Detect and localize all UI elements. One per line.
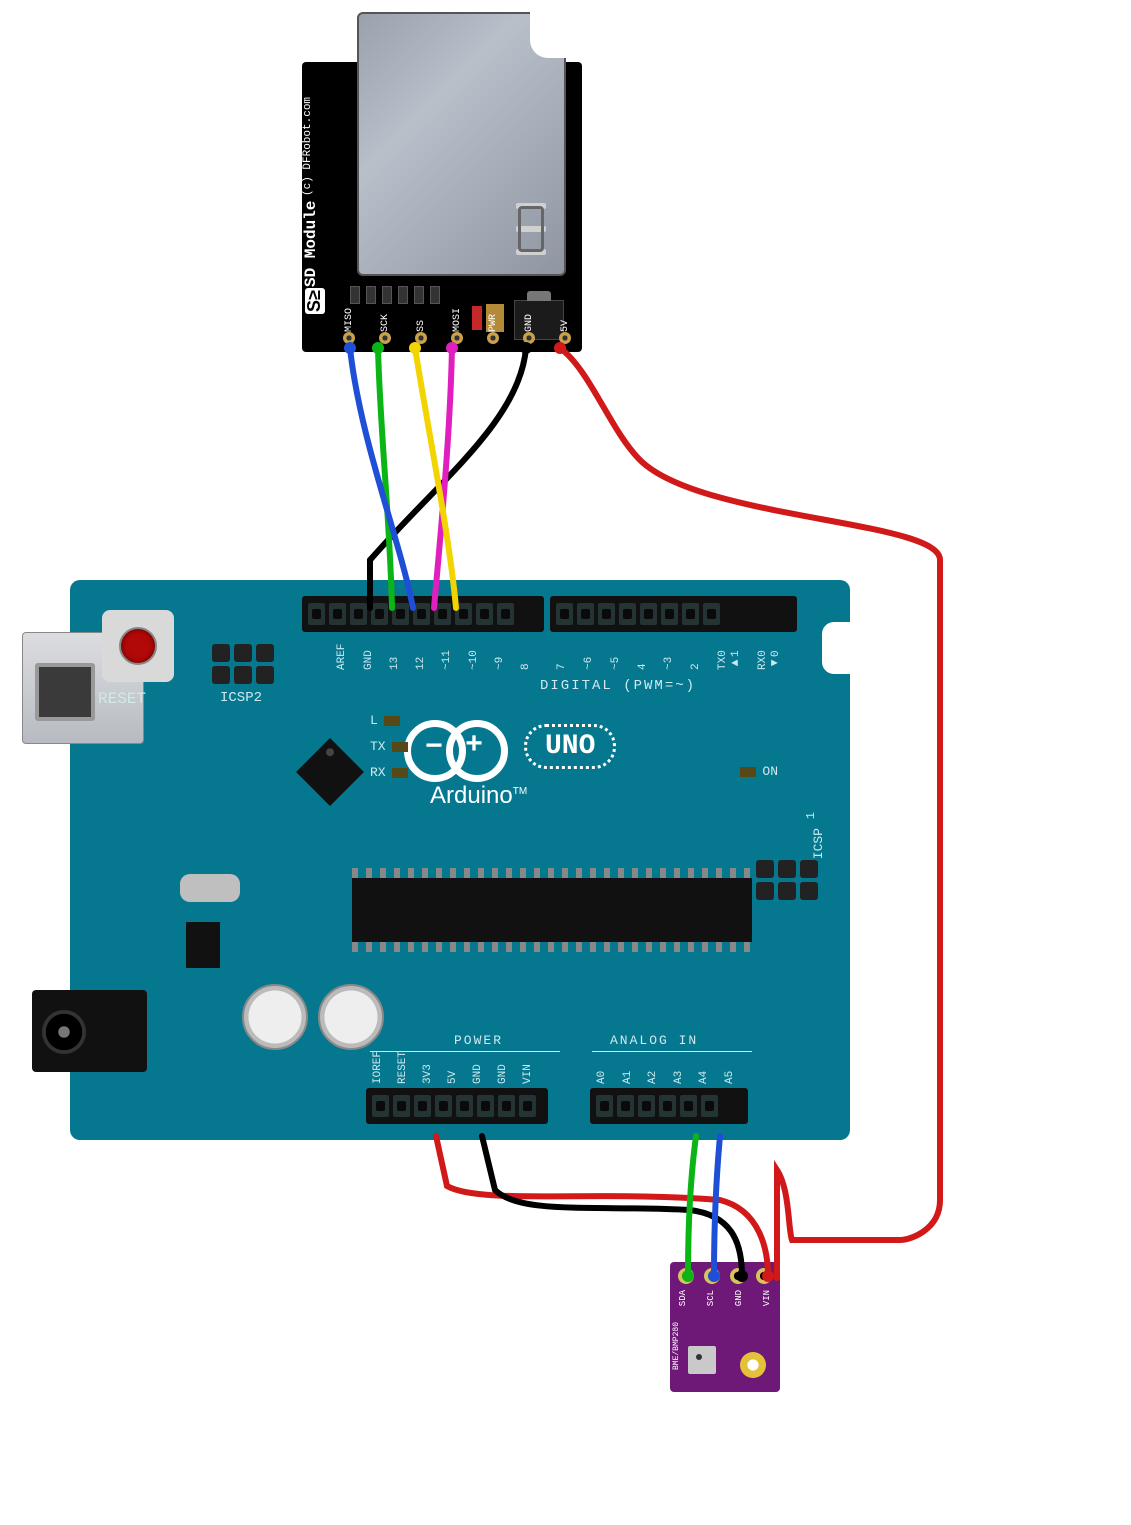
pin1-marker: 1: [804, 812, 818, 819]
sd-module-label: S≥ SD Module (c) DFRobot.com: [302, 80, 338, 334]
reset-label: RESET: [98, 690, 146, 708]
icsp-header: [756, 860, 818, 900]
sd-pin-ss: SS: [414, 292, 428, 352]
wire-bme-sda: [688, 1136, 696, 1276]
wire-sd-gnd: [370, 348, 526, 608]
sd-card-module: S≥ SD Module (c) DFRobot.com MISO SCK SS…: [302, 62, 582, 352]
capacitors-icon: [242, 984, 384, 1050]
arduino-wordmark: ArduinoTM: [430, 782, 527, 810]
bme-pin-sda: SDA: [678, 1290, 688, 1306]
wire-sd-ss: [415, 348, 456, 608]
sd-card-icon: [357, 12, 566, 276]
sd-pin-5v: 5V: [558, 292, 572, 352]
atmega328p-icon: [352, 878, 752, 942]
bme-pin-scl: SCL: [706, 1290, 716, 1306]
wire-sd-sck: [378, 348, 392, 608]
digital-labels-left: AREF GND 13 12 ~11 ~10 ~9 8: [308, 636, 532, 670]
bme-chip-label: BME/BMP280: [672, 1322, 682, 1370]
digital-header-left: [302, 596, 544, 632]
analog-labels: A0 A1 A2 A3 A4 A5: [596, 1050, 736, 1084]
sd-logo-icon: S≥: [305, 288, 325, 314]
bme-pin-vin: VIN: [762, 1290, 772, 1306]
analog-section-label: ANALOG IN: [610, 1033, 698, 1048]
wire-sd-miso: [350, 348, 413, 608]
arduino-uno-board: RESET ICSP2 AREF GND 13 12 ~11 ~10 ~9 8 …: [70, 580, 850, 1140]
sd-pin-sck: SCK: [378, 292, 392, 352]
dc-barrel-jack-icon: [32, 990, 147, 1072]
digital-header-right: [550, 596, 797, 632]
reset-button[interactable]: [102, 610, 174, 682]
bme-ic-icon: [688, 1346, 716, 1374]
on-led: ON: [740, 764, 778, 779]
power-labels: IOREF RESET 3V3 5V GND GND VIN: [372, 1050, 534, 1084]
bme280-sensor-module: SDA SCL GND VIN BME/BMP280: [670, 1262, 780, 1392]
arduino-logo-icon: UNO: [404, 720, 616, 772]
mounting-hole-icon: [740, 1352, 766, 1378]
icsp2-header: [212, 644, 274, 684]
digital-labels-right: 7 ~6 ~5 4 ~3 2 TX0 ▶1 RX0 ◀0: [556, 636, 782, 670]
atmega16u2-icon: [296, 738, 364, 806]
wire-bme-gnd: [482, 1136, 742, 1276]
status-leds: L TX RX: [370, 708, 408, 786]
wire-bme-vin: [436, 1136, 768, 1276]
wire-sd-mosi: [434, 348, 452, 608]
icsp-label: ICSP: [811, 828, 826, 859]
wiring-diagram: S≥ SD Module (c) DFRobot.com MISO SCK SS…: [0, 0, 1131, 1525]
sd-pin-mosi: MOSI: [450, 292, 464, 352]
power-header: [366, 1088, 548, 1124]
sd-pin-pwr: PWR: [486, 292, 500, 352]
digital-section-label: DIGITAL (PWM=~): [540, 678, 696, 694]
sd-pin-header: MISO SCK SS MOSI PWR GND 5V: [342, 292, 572, 352]
analog-header: [590, 1088, 748, 1124]
sd-pin-gnd: GND: [522, 292, 536, 352]
wire-bme-scl: [714, 1136, 720, 1276]
bme-pin-gnd: GND: [734, 1290, 744, 1306]
crystal-icon: [180, 874, 240, 902]
icsp2-label: ICSP2: [220, 690, 262, 706]
sd-pin-miso: MISO: [342, 292, 356, 352]
power-section-label: POWER: [454, 1033, 503, 1048]
